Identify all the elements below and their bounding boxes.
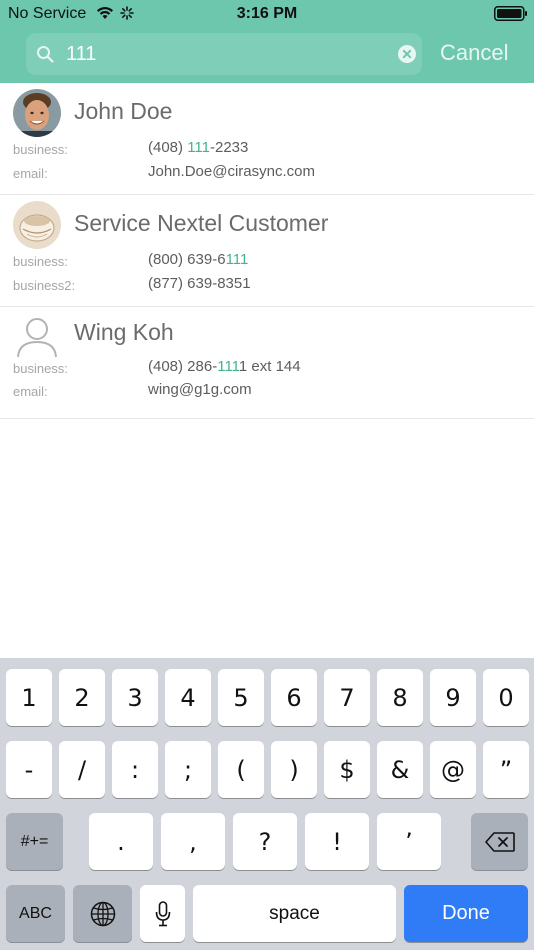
status-time: 3:16 PM — [236, 5, 298, 22]
key-9[interactable]: 9 — [430, 669, 476, 726]
key-2[interactable]: 2 — [59, 669, 105, 726]
key-period[interactable]: . — [89, 813, 153, 870]
field-label: business: — [13, 361, 68, 376]
globe-icon — [90, 901, 115, 926]
field-label: email: — [13, 384, 48, 399]
cancel-button[interactable]: Cancel — [440, 40, 508, 66]
match-highlight: 111 — [225, 251, 249, 268]
key-ampersand[interactable]: & — [377, 741, 423, 798]
search-input[interactable] — [66, 41, 386, 67]
contact-name: Service Nextel Customer — [74, 210, 329, 236]
business-phone[interactable]: (408) 111-2233 — [148, 139, 248, 156]
field-label: email: — [13, 166, 48, 181]
numeric-keyboard: 1 2 3 4 5 6 7 8 9 0 - / : ; ( ) $ & @ ” … — [0, 658, 534, 950]
key-semicolon[interactable]: ; — [165, 741, 211, 798]
business2-phone[interactable]: (877) 639-8351 — [148, 275, 251, 292]
business-phone[interactable]: (800) 639-6111 — [148, 251, 248, 268]
key-8[interactable]: 8 — [377, 669, 423, 726]
key-question[interactable]: ? — [233, 813, 297, 870]
globe-key[interactable] — [73, 885, 132, 942]
key-6[interactable]: 6 — [271, 669, 317, 726]
contact-avatar — [13, 201, 61, 249]
backspace-icon — [484, 831, 515, 852]
key-quote[interactable]: ” — [483, 741, 529, 798]
key-7[interactable]: 7 — [324, 669, 370, 726]
key-open-paren[interactable]: ( — [218, 741, 264, 798]
key-0[interactable]: 0 — [483, 669, 529, 726]
search-icon — [37, 46, 54, 63]
key-5[interactable]: 5 — [218, 669, 264, 726]
space-key[interactable]: space — [193, 885, 396, 942]
done-key[interactable]: Done — [404, 885, 528, 942]
battery-icon — [494, 6, 527, 21]
key-comma[interactable]: , — [161, 813, 225, 870]
backspace-key[interactable] — [471, 813, 528, 870]
email-value[interactable]: wing@g1g.com — [148, 381, 252, 398]
contact-row[interactable]: John Doe business: (408) 111-2233 email:… — [0, 83, 534, 195]
key-dollar[interactable]: $ — [324, 741, 370, 798]
key-exclamation[interactable]: ! — [305, 813, 369, 870]
key-hyphen[interactable]: - — [6, 741, 52, 798]
contact-name: John Doe — [74, 98, 173, 124]
contact-row[interactable]: Service Nextel Customer business: (800) … — [0, 195, 534, 307]
microphone-icon — [155, 900, 170, 926]
match-highlight: 111 — [187, 139, 210, 156]
contact-name: Wing Koh — [74, 319, 174, 345]
key-slash[interactable]: / — [59, 741, 105, 798]
key-4[interactable]: 4 — [165, 669, 211, 726]
clear-search-icon[interactable] — [398, 45, 416, 63]
contact-row[interactable]: Wing Koh business: (408) 286-1111 ext 14… — [0, 307, 534, 419]
key-3[interactable]: 3 — [112, 669, 158, 726]
key-apostrophe[interactable]: ’ — [377, 813, 441, 870]
business-phone[interactable]: (408) 286-1111 ext 144 — [148, 358, 301, 375]
email-value[interactable]: John.Doe@cirasync.com — [148, 163, 315, 180]
key-at[interactable]: @ — [430, 741, 476, 798]
search-header: No Service 3:16 PM 111 Cancel — [0, 0, 534, 83]
key-colon[interactable]: : — [112, 741, 158, 798]
field-label: business2: — [13, 278, 76, 293]
status-bar: No Service 3:16 PM — [0, 0, 534, 28]
key-1[interactable]: 1 — [6, 669, 52, 726]
field-label: business: — [13, 254, 68, 269]
key-close-paren[interactable]: ) — [271, 741, 317, 798]
contact-avatar — [13, 89, 61, 137]
search-field[interactable] — [26, 33, 422, 75]
field-label: business: — [13, 142, 68, 157]
dictation-key[interactable] — [140, 885, 185, 942]
person-placeholder-icon — [17, 318, 57, 358]
symbols-toggle-key[interactable]: #+= — [6, 813, 63, 870]
match-highlight: 111 — [217, 358, 239, 375]
abc-key[interactable]: ABC — [6, 885, 65, 942]
